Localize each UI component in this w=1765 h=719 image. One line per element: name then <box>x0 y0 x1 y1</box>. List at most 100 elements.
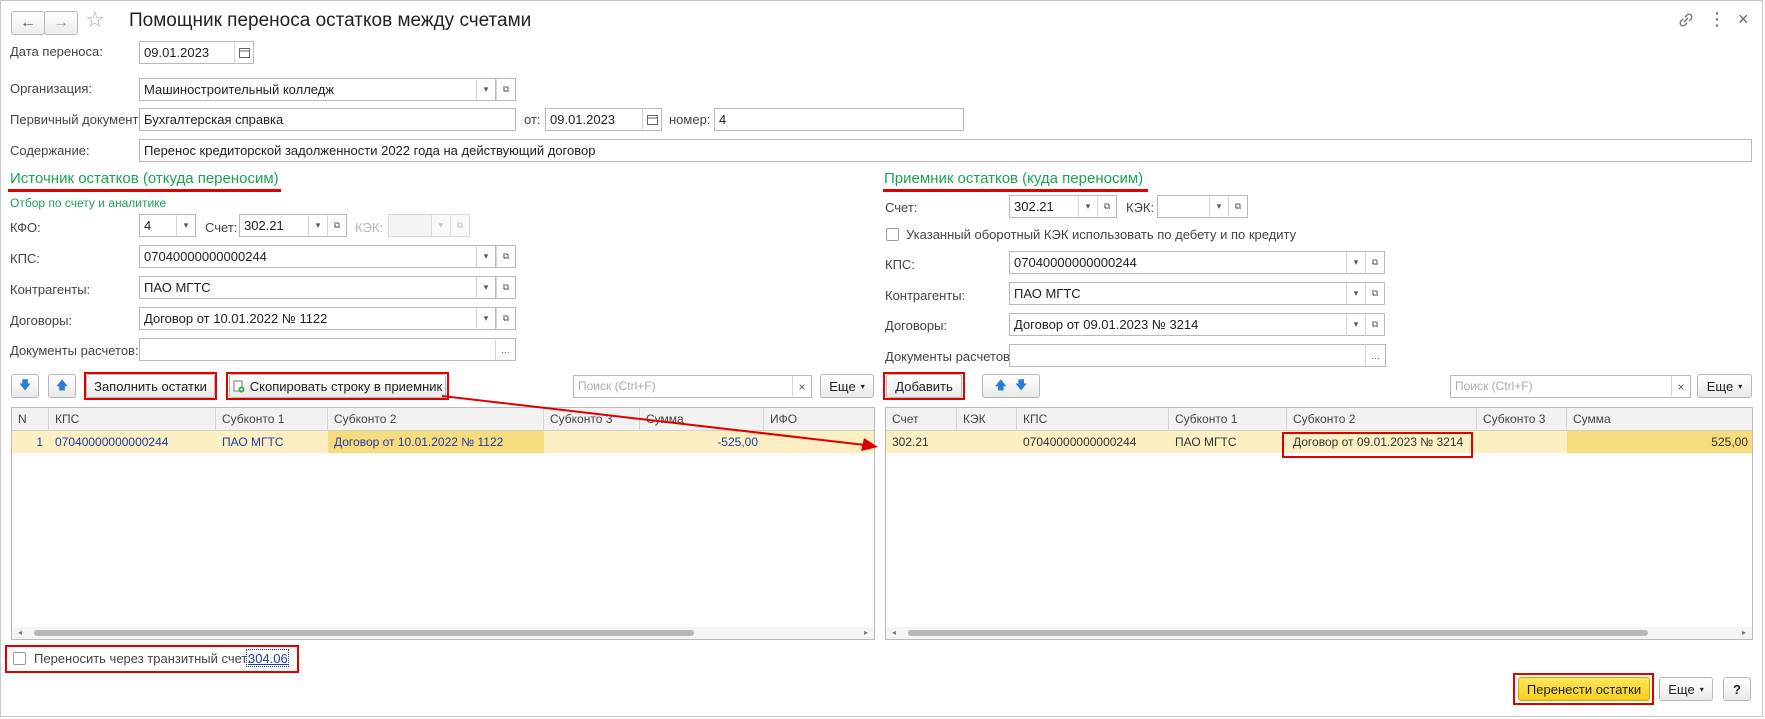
org-field[interactable]: Машиностроительный колледж <box>139 78 487 101</box>
source-account-label: Счет: <box>205 220 238 235</box>
source-counterparties-field[interactable]: ПАО МГТС <box>139 276 488 299</box>
open-icon[interactable]: ⧉ <box>496 276 516 299</box>
number-label: номер: <box>669 112 711 127</box>
from-date-field[interactable]: 09.01.2023 <box>545 108 643 131</box>
arrow-up-icon[interactable]: 🡅 <box>995 376 1007 397</box>
scroll-left-icon[interactable]: ◂ <box>18 627 22 639</box>
dropdown-icon[interactable]: ▾ <box>176 214 196 237</box>
column-header[interactable]: КЭК <box>957 408 1017 430</box>
dropdown-icon[interactable]: ▾ <box>308 214 328 237</box>
move-up-button[interactable]: 🡅 <box>48 374 76 398</box>
primary-doc-field[interactable]: Бухгалтерская справка <box>139 108 516 131</box>
column-header[interactable]: N <box>12 408 49 430</box>
source-section-title: Источник остатков (откуда переносим) <box>10 170 279 187</box>
link-icon[interactable] <box>1678 12 1694 31</box>
table-row[interactable]: 302.21 07040000000000244 ПАО МГТС Догово… <box>886 431 1752 453</box>
open-icon[interactable]: ⧉ <box>327 214 347 237</box>
fill-balances-label: Заполнить остатки <box>94 378 207 394</box>
receiver-kek-label: КЭК: <box>1126 200 1155 215</box>
receiver-table[interactable]: Счет КЭК КПС Субконто 1 Субконто 2 Субко… <box>885 407 1753 640</box>
source-account-field[interactable]: 302.21 <box>239 214 309 237</box>
dropdown-icon[interactable]: ▾ <box>476 276 496 299</box>
dropdown-icon[interactable]: ▾ <box>1078 195 1098 218</box>
scroll-left-icon[interactable]: ◂ <box>892 627 896 639</box>
footer-more-button[interactable]: Еще ▾ <box>1659 677 1713 701</box>
column-header[interactable]: КПС <box>49 408 216 430</box>
kek-both-checkbox[interactable] <box>886 228 899 241</box>
source-kps-field[interactable]: 07040000000000244 <box>139 245 488 268</box>
calendar-icon[interactable] <box>642 108 662 131</box>
receiver-account-field[interactable]: 302.21 <box>1009 195 1081 218</box>
help-button[interactable]: ? <box>1723 677 1751 701</box>
transit-account-link[interactable]: 304.06 <box>248 651 288 666</box>
dropdown-icon[interactable]: ▾ <box>476 307 496 330</box>
horizontal-scrollbar[interactable]: ◂ ▸ <box>12 627 874 639</box>
arrow-down-icon[interactable]: 🡇 <box>1015 376 1027 397</box>
source-kek-label: КЭК: <box>355 220 384 235</box>
transit-checkbox[interactable] <box>13 652 26 665</box>
column-header[interactable]: Субконто 3 <box>1477 408 1567 430</box>
receiver-settlement-docs-field[interactable] <box>1009 344 1367 367</box>
dropdown-icon[interactable]: ▾ <box>1209 195 1229 218</box>
dropdown-icon[interactable]: ▾ <box>1346 313 1366 336</box>
dropdown-icon[interactable]: ▾ <box>476 245 496 268</box>
open-icon[interactable]: ⧉ <box>1228 195 1248 218</box>
star-icon[interactable]: ☆ <box>85 7 105 33</box>
receiver-kek-field[interactable] <box>1157 195 1213 218</box>
scroll-thumb[interactable] <box>908 630 1648 636</box>
source-contracts-field[interactable]: Договор от 10.01.2022 № 1122 <box>139 307 488 330</box>
receiver-contracts-field[interactable]: Договор от 09.01.2023 № 3214 <box>1009 313 1359 336</box>
calendar-icon[interactable] <box>234 41 254 64</box>
clear-search-icon[interactable]: × <box>1671 375 1691 398</box>
fill-balances-button[interactable]: Заполнить остатки <box>86 374 215 398</box>
column-header[interactable]: Субконто 1 <box>216 408 328 430</box>
open-icon[interactable]: ⧉ <box>496 245 516 268</box>
scroll-right-icon[interactable]: ▸ <box>1742 627 1746 639</box>
horizontal-scrollbar[interactable]: ◂ ▸ <box>886 627 1752 639</box>
forward-button[interactable]: → <box>44 11 78 35</box>
column-header[interactable]: Счет <box>886 408 957 430</box>
column-header[interactable]: Субконто 1 <box>1169 408 1287 430</box>
scroll-thumb[interactable] <box>34 630 694 636</box>
arrow-down-icon: 🡇 <box>18 377 32 392</box>
from-label: от: <box>524 112 541 127</box>
filter-subtitle: Отбор по счету и аналитике <box>10 196 167 210</box>
dropdown-icon[interactable]: ▾ <box>476 78 496 101</box>
receiver-kps-field[interactable]: 07040000000000244 <box>1009 251 1359 274</box>
receiver-search-input[interactable]: Поиск (Ctrl+F) <box>1450 375 1672 398</box>
open-icon[interactable]: ⧉ <box>496 78 516 101</box>
column-header[interactable]: КПС <box>1017 408 1169 430</box>
back-button[interactable]: ← <box>11 11 45 35</box>
copy-row-button[interactable]: Скопировать строку в приемник <box>229 374 446 398</box>
select-icon[interactable]: … <box>1365 344 1386 367</box>
more-icon[interactable]: ⋮ <box>1708 9 1726 30</box>
open-icon[interactable]: ⧉ <box>1365 313 1385 336</box>
dropdown-icon[interactable]: ▾ <box>1346 251 1366 274</box>
arrow-right-icon: → <box>53 14 69 31</box>
org-label: Организация: <box>10 81 93 96</box>
sum-cell[interactable]: 525,00 <box>1567 431 1752 453</box>
add-button[interactable]: Добавить <box>886 374 962 398</box>
move-down-button[interactable]: 🡇 <box>11 374 39 398</box>
receiver-more-button[interactable]: Еще ▾ <box>1697 374 1752 398</box>
kfo-field[interactable]: 4 <box>139 214 177 237</box>
open-icon[interactable]: ⧉ <box>1365 282 1385 305</box>
transit-label: Переносить через транзитный счет: <box>34 651 251 666</box>
column-header[interactable]: Субконто 2 <box>1287 408 1477 430</box>
dropdown-icon[interactable]: ▾ <box>1346 282 1366 305</box>
open-icon[interactable]: ⧉ <box>1097 195 1117 218</box>
open-icon[interactable]: ⧉ <box>496 307 516 330</box>
open-icon[interactable]: ⧉ <box>1365 251 1385 274</box>
select-icon[interactable]: … <box>495 338 516 361</box>
transfer-balances-button[interactable]: Перенести остатки <box>1518 677 1650 701</box>
close-icon[interactable]: × <box>1738 9 1749 30</box>
receiver-counterparties-field[interactable]: ПАО МГТС <box>1009 282 1359 305</box>
date-field[interactable]: 09.01.2023 <box>139 41 235 64</box>
source-settlement-docs-field[interactable] <box>139 338 496 361</box>
scroll-right-icon[interactable]: ▸ <box>864 627 868 639</box>
subconto2-cell: Договор от 09.01.2023 № 3214 <box>1293 435 1464 449</box>
reorder-buttons[interactable]: 🡅 🡇 <box>982 374 1040 398</box>
column-header[interactable]: Сумма <box>1567 408 1752 430</box>
content-field[interactable]: Перенос кредиторской задолженности 2022 … <box>139 139 1752 162</box>
number-field[interactable]: 4 <box>714 108 964 131</box>
